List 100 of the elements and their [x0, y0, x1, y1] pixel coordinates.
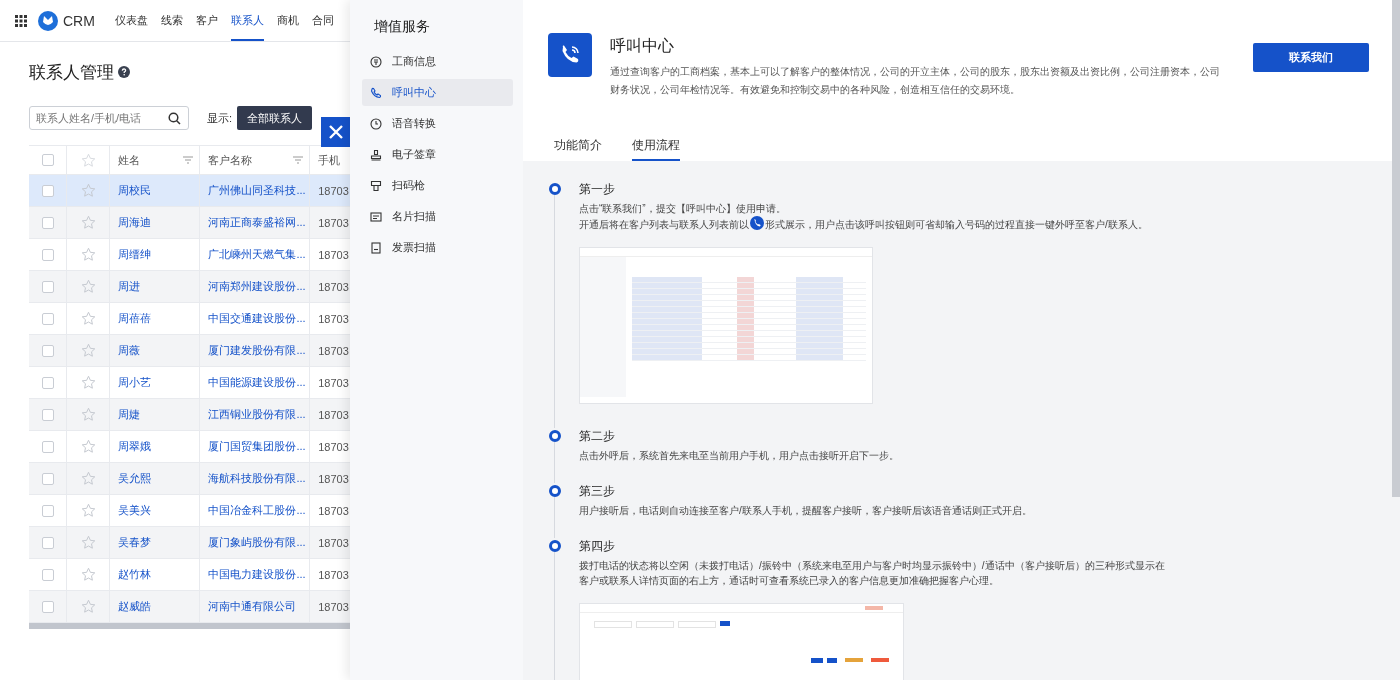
contact-name-link[interactable]: 周蓓蓓 [118, 311, 152, 326]
search-icon[interactable] [168, 112, 181, 125]
table-row[interactable]: 周小艺 中国能源建设股份... 18703 [29, 367, 350, 399]
customer-name-link[interactable]: 河南郑州建设股份... [208, 279, 306, 294]
checkbox[interactable] [41, 472, 54, 485]
contact-name-link[interactable]: 赵竹林 [118, 567, 152, 582]
table-row[interactable]: 赵威皓 河南中通有限公司 18703 [29, 591, 350, 623]
star-icon[interactable] [80, 311, 96, 326]
checkbox[interactable] [41, 154, 54, 166]
table-row[interactable]: 周缙绅 广北嵊州天燃气集... 18703 [29, 239, 350, 271]
contact-us-button[interactable]: 联系我们 [1253, 43, 1369, 72]
customer-name-link[interactable]: 厦门象屿股份有限... [208, 535, 306, 550]
customer-name-link[interactable]: 河南中通有限公司 [208, 599, 297, 614]
checkbox[interactable] [41, 376, 54, 389]
star-icon[interactable] [80, 471, 96, 486]
scrollbar-thumb[interactable] [1392, 0, 1400, 497]
star-icon[interactable] [80, 439, 96, 454]
menu-item[interactable]: 工商信息 [362, 48, 513, 75]
customer-name-link[interactable]: 厦门国贸集团股份... [208, 439, 306, 454]
table-row[interactable]: 吴美兴 中国冶金科工股份... 18703 [29, 495, 350, 527]
table-row[interactable]: 周海迪 河南正商泰盛裕网... 18703 [29, 207, 350, 239]
contact-name-link[interactable]: 赵威皓 [118, 599, 152, 614]
star-icon[interactable] [80, 503, 96, 518]
contact-name-link[interactable]: 周薇 [118, 343, 141, 358]
customer-name-link[interactable]: 厦门建发股份有限... [208, 343, 306, 358]
contact-name-link[interactable]: 吴美兴 [118, 503, 152, 518]
contact-name-link[interactable]: 吴允熙 [118, 471, 152, 486]
customer-name-link[interactable]: 海航科技股份有限... [208, 471, 306, 486]
customer-name-link[interactable]: 广州佛山同圣科技... [208, 183, 306, 198]
table-row[interactable]: 周校民 广州佛山同圣科技... 18703 [29, 175, 350, 207]
table-row[interactable]: 吴春梦 厦门象屿股份有限... 18703 [29, 527, 350, 559]
checkbox[interactable] [41, 568, 54, 581]
contact-name-link[interactable]: 周缙绅 [118, 247, 152, 262]
checkbox[interactable] [41, 216, 54, 229]
star-icon[interactable] [80, 215, 96, 230]
phone-cell: 18703 [318, 344, 349, 357]
contact-name-link[interactable]: 周翠娥 [118, 439, 152, 454]
help-icon[interactable] [118, 66, 130, 78]
checkbox[interactable] [41, 536, 54, 549]
star-icon[interactable] [80, 152, 96, 168]
customer-name-link[interactable]: 中国冶金科工股份... [208, 503, 306, 518]
close-icon[interactable] [328, 125, 343, 139]
filter-icon[interactable] [183, 156, 194, 164]
nav-tab[interactable]: 商机 [276, 0, 299, 41]
customer-name-link[interactable]: 中国电力建设股份... [208, 567, 306, 582]
contact-name-link[interactable]: 周小艺 [118, 375, 152, 390]
close-button[interactable] [321, 117, 350, 147]
nav-tab[interactable]: 联系人 [230, 0, 264, 41]
nav-tab[interactable]: 仪表盘 [114, 0, 148, 41]
star-icon[interactable] [80, 567, 96, 582]
tab[interactable]: 功能简介 [554, 137, 602, 161]
customer-name-link[interactable]: 河南正商泰盛裕网... [208, 215, 306, 230]
menu-item[interactable]: 电子签章 [362, 141, 513, 168]
horizontal-scrollbar[interactable] [29, 623, 350, 629]
contact-name-link[interactable]: 周海迪 [118, 215, 152, 230]
apps-grid-icon[interactable] [15, 14, 27, 27]
table-row[interactable]: 周蓓蓓 中国交通建设股份... 18703 [29, 303, 350, 335]
customer-name-link[interactable]: 江西铜业股份有限... [208, 407, 306, 422]
menu-item[interactable]: 呼叫中心 [362, 79, 513, 106]
contact-name-link[interactable]: 周进 [118, 279, 141, 294]
menu-item[interactable]: 语音转换 [362, 110, 513, 137]
checkbox[interactable] [41, 504, 54, 517]
checkbox[interactable] [41, 248, 54, 261]
checkbox[interactable] [41, 312, 54, 325]
checkbox[interactable] [41, 344, 54, 357]
checkbox[interactable] [41, 440, 54, 453]
menu-item[interactable]: 名片扫描 [362, 203, 513, 230]
contact-name-link[interactable]: 周婕 [118, 407, 141, 422]
table-row[interactable]: 周进 河南郑州建设股份... 18703 [29, 271, 350, 303]
nav-tab[interactable]: 客户 [195, 0, 218, 41]
table-row[interactable]: 周翠娥 厦门国贸集团股份... 18703 [29, 431, 350, 463]
nav-tab[interactable]: 合同 [311, 0, 334, 41]
contact-name-link[interactable]: 周校民 [118, 183, 152, 198]
filter-button[interactable]: 全部联系人 [237, 106, 313, 130]
star-icon[interactable] [80, 183, 96, 198]
star-icon[interactable] [80, 343, 96, 358]
star-icon[interactable] [80, 535, 96, 550]
table-row[interactable]: 周婕 江西铜业股份有限... 18703 [29, 399, 350, 431]
checkbox[interactable] [41, 600, 54, 613]
table-row[interactable]: 吴允熙 海航科技股份有限... 18703 [29, 463, 350, 495]
star-icon[interactable] [80, 375, 96, 390]
star-icon[interactable] [80, 279, 96, 294]
checkbox[interactable] [41, 184, 54, 197]
customer-name-link[interactable]: 中国交通建设股份... [208, 311, 306, 326]
contact-name-link[interactable]: 吴春梦 [118, 535, 152, 550]
tab[interactable]: 使用流程 [632, 137, 680, 161]
checkbox[interactable] [41, 280, 54, 293]
table-row[interactable]: 周薇 厦门建发股份有限... 18703 [29, 335, 350, 367]
customer-name-link[interactable]: 广北嵊州天燃气集... [208, 247, 306, 262]
star-icon[interactable] [80, 247, 96, 262]
star-icon[interactable] [80, 599, 96, 614]
checkbox[interactable] [41, 408, 54, 421]
customer-name-link[interactable]: 中国能源建设股份... [208, 375, 306, 390]
search-field[interactable]: 联系人姓名/手机/电话 [29, 106, 189, 130]
table-row[interactable]: 赵竹林 中国电力建设股份... 18703 [29, 559, 350, 591]
filter-icon[interactable] [293, 156, 304, 164]
menu-item[interactable]: 扫码枪 [362, 172, 513, 199]
star-icon[interactable] [80, 407, 96, 422]
nav-tab[interactable]: 线索 [160, 0, 183, 41]
menu-item[interactable]: 发票扫描 [362, 234, 513, 261]
